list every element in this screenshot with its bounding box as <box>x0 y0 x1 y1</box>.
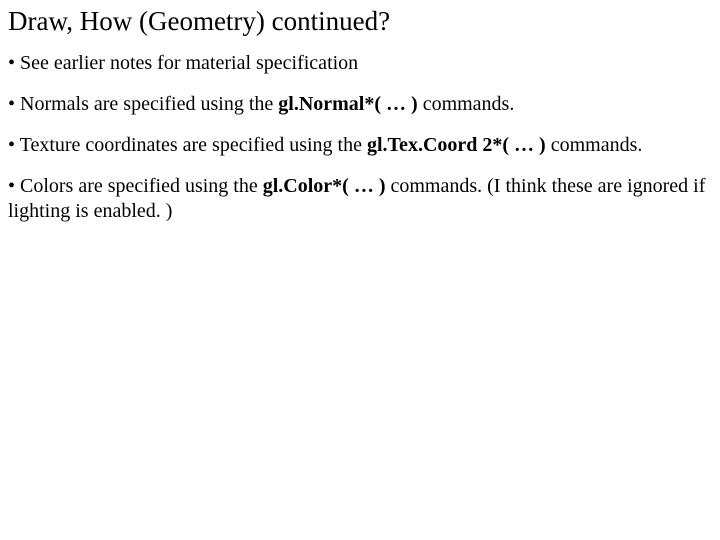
bullet-item: • Texture coordinates are specified usin… <box>8 133 712 158</box>
bullet-item: • Colors are specified using the gl.Colo… <box>8 174 712 224</box>
bullet-text-post: commands. <box>546 134 643 156</box>
bullet-text-bold: gl.Normal*( … ) <box>278 93 417 115</box>
bullet-text-bold: gl.Color*( … ) <box>263 175 386 197</box>
bullet-item: • Normals are specified using the gl.Nor… <box>8 92 712 117</box>
bullet-text-pre: • Normals are specified using the <box>8 93 278 115</box>
bullet-item: • See earlier notes for material specifi… <box>8 51 712 76</box>
bullet-text-pre: • Colors are specified using the <box>8 175 263 197</box>
slide: Draw, How (Geometry) continued? • See ea… <box>0 0 720 248</box>
bullet-text-bold: gl.Tex.Coord 2*( … ) <box>367 134 546 156</box>
bullet-text-post: commands. <box>418 93 515 115</box>
bullet-text: • See earlier notes for material specifi… <box>8 52 358 74</box>
bullet-text-pre: • Texture coordinates are specified usin… <box>8 134 367 156</box>
slide-title: Draw, How (Geometry) continued? <box>8 6 712 37</box>
